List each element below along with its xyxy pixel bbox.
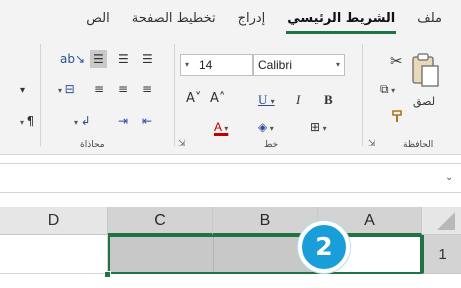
ribbon-tabs: ملف الشريط الرئيسي إدراج تخطيط الصفحة ال… (0, 0, 461, 40)
font-name-box[interactable]: Calibri ▾ (253, 54, 345, 76)
text-direction-icon[interactable]: ▾ ¶ (20, 114, 34, 130)
merge-center-icon[interactable]: ▾ ⊟ (58, 82, 75, 98)
font-name-value: Calibri (258, 58, 293, 72)
align-right-icon[interactable]: ≡ (94, 82, 104, 96)
font-launcher-icon[interactable]: ⇲ (178, 139, 186, 149)
wrap-text-icon[interactable]: ▾ ↲ (74, 114, 91, 130)
tab-insert[interactable]: إدراج (227, 0, 277, 40)
grow-font-icon[interactable]: A˄ (210, 92, 225, 106)
increase-indent-icon[interactable]: ⇥ (118, 114, 128, 128)
align-center-icon[interactable]: ≡ (118, 82, 128, 96)
bold-icon[interactable]: B (324, 93, 333, 107)
font-size-box[interactable]: 14 ▾ (180, 54, 253, 76)
cut-icon[interactable]: ✂ (390, 54, 403, 69)
align-bottom-icon[interactable]: ☰ (90, 50, 107, 68)
clipboard-group-label: الحافظة (403, 140, 434, 150)
column-header-c[interactable]: C (108, 207, 213, 235)
font-group-label: خط (264, 140, 279, 150)
fill-color-icon[interactable]: ◈ ▾ (258, 120, 274, 136)
row-header-1[interactable]: 1 (422, 235, 461, 274)
align-top-icon[interactable]: ☰ (142, 52, 153, 66)
formula-bar[interactable]: ⌄ (0, 163, 461, 193)
orientation-icon[interactable]: ab↘ (60, 52, 85, 66)
paste-button-label[interactable]: لصق (413, 95, 435, 108)
align-left-icon[interactable]: ≡ (142, 82, 152, 96)
copy-icon[interactable]: ⧉ ▾ (380, 82, 395, 98)
chevron-down-icon[interactable]: ▾ (20, 84, 25, 98)
select-all-triangle-icon[interactable] (437, 212, 455, 230)
borders-icon[interactable]: ⊞ ▾ (310, 120, 327, 136)
group-divider (362, 44, 363, 146)
font-size-value: 14 (199, 58, 213, 72)
tab-formulas[interactable]: الص (75, 0, 121, 40)
tab-file[interactable]: ملف (406, 0, 453, 40)
align-middle-icon[interactable]: ☰ (118, 52, 129, 66)
underline-icon[interactable]: U ▾ (258, 93, 275, 109)
italic-icon[interactable]: I (296, 93, 300, 107)
worksheet: D C B A 1 (0, 193, 461, 288)
cell-divider (213, 237, 214, 272)
alignment-group-label: محاذاة (80, 140, 105, 150)
column-header-d[interactable]: D (0, 207, 108, 235)
clipboard-launcher-icon[interactable]: ⇲ (368, 139, 376, 149)
tab-page-layout[interactable]: تخطيط الصفحة (121, 0, 227, 40)
chevron-down-icon[interactable]: ⌄ (445, 172, 453, 183)
ribbon-home: لصق ✂ ⧉ ▾ الحافظة ⇲ Calibri ▾ 14 ▾ B I U… (0, 40, 461, 155)
fill-handle[interactable] (104, 271, 111, 278)
group-divider (40, 44, 41, 146)
format-painter-icon[interactable] (390, 108, 406, 124)
group-divider (174, 44, 175, 146)
chevron-down-icon[interactable]: ▾ (185, 55, 189, 75)
chevron-down-icon[interactable]: ▾ (336, 55, 340, 75)
font-color-icon[interactable]: A ▾ (214, 120, 228, 136)
tab-home[interactable]: الشريط الرئيسي (276, 0, 406, 40)
decrease-indent-icon[interactable]: ⇤ (142, 114, 152, 128)
cell-d1[interactable] (0, 235, 108, 274)
shrink-font-icon[interactable]: A˅ (186, 92, 201, 106)
paste-icon[interactable] (410, 52, 440, 88)
step-number-badge: 2 (298, 221, 350, 273)
